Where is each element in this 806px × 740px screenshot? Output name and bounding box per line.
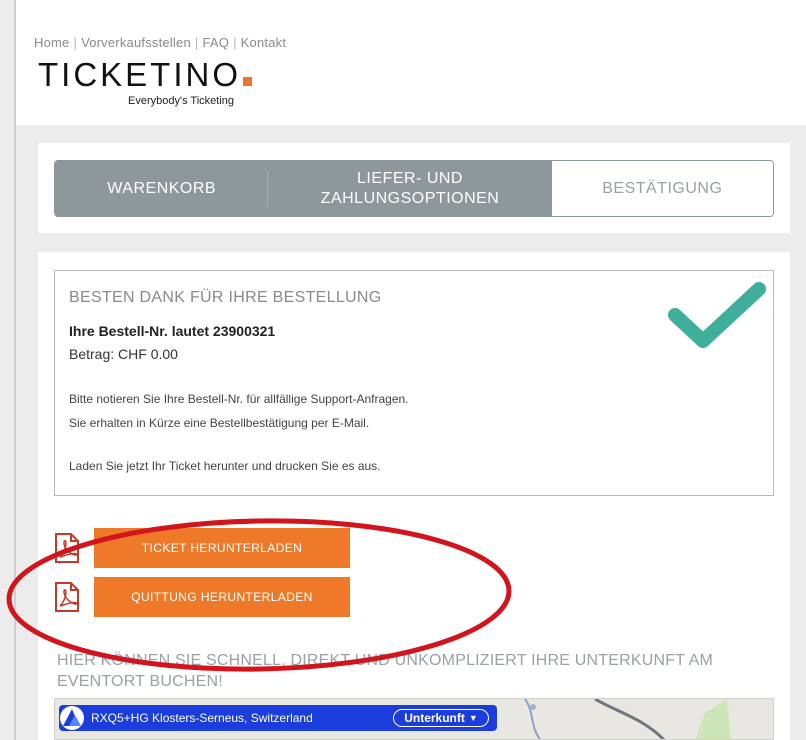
top-nav: Home | Vorverkaufsstellen | FAQ | Kontakt: [34, 35, 286, 50]
step-bestaetigung: BESTÄTIGUNG: [551, 161, 773, 216]
logo-dot-icon: [243, 77, 253, 86]
confirmation-title: BESTEN DANK FÜR IHRE BESTELLUNG: [69, 289, 382, 306]
nav-separator: |: [73, 35, 78, 50]
logo-text: TICKETINO: [38, 56, 242, 93]
map-location-text: RXQ5+HG Klosters-Serneus, Switzerland: [91, 711, 313, 725]
nav-separator: |: [233, 35, 237, 50]
nav-vorverkaufsstellen-link[interactable]: Vorverkaufsstellen: [81, 35, 191, 50]
step-warenkorb[interactable]: WARENKORB: [55, 161, 269, 216]
nav-faq-link[interactable]: FAQ: [202, 35, 229, 50]
receipt-download-button[interactable]: QUITTUNG HERUNTERLADEN: [94, 577, 350, 617]
lodging-map[interactable]: RXQ5+HG Klosters-Serneus, Switzerland Un…: [54, 698, 774, 740]
map-location-bar: RXQ5+HG Klosters-Serneus, Switzerland Un…: [59, 705, 497, 731]
lodging-heading: HIER KÖNNEN SIE SCHNELL, DIREKT UND UNKO…: [57, 652, 714, 690]
lodging-dropdown[interactable]: Unterkunft ▼: [393, 709, 489, 727]
logo-tagline: Everybody's Ticketing: [128, 95, 235, 107]
order-amount: Betrag: CHF 0.00: [69, 346, 178, 362]
pdf-icon: [55, 533, 79, 563]
checkmark-icon: [668, 282, 766, 348]
checkout-steps-panel: WARENKORB LIEFER- UND ZAHLUNGSOPTIONEN B…: [38, 143, 790, 233]
ticket-download-button[interactable]: TICKET HERUNTERLADEN: [94, 528, 350, 568]
ticket-download-row: TICKET HERUNTERLADEN: [54, 528, 350, 568]
receipt-download-row: QUITTUNG HERUNTERLADEN: [54, 577, 350, 617]
step-liefer-zahlungsoptionen[interactable]: LIEFER- UND ZAHLUNGSOPTIONEN: [268, 161, 552, 216]
email-note: Sie erhalten in Kürze eine Bestellbestät…: [69, 416, 370, 430]
download-note: Laden Sie jetzt Ihr Ticket herunter und …: [69, 459, 381, 473]
support-note: Bitte notieren Sie Ihre Bestell-Nr. für …: [69, 392, 409, 406]
map-logo-icon: [60, 706, 84, 730]
order-number: Ihre Bestell-Nr. lautet 23900321: [69, 323, 276, 339]
caret-down-icon: ▼: [468, 713, 478, 723]
confirmation-box: BESTEN DANK FÜR IHRE BESTELLUNG Ihre Bes…: [54, 270, 774, 496]
site-header: Home | Vorverkaufsstellen | FAQ | Kontakt TICK…: [16, 0, 806, 125]
lodging-dropdown-label: Unterkunft: [404, 711, 465, 725]
nav-kontakt-link[interactable]: Kontakt: [241, 35, 287, 50]
checkout-steps: WARENKORB LIEFER- UND ZAHLUNGSOPTIONEN B…: [54, 160, 774, 217]
nav-separator: |: [194, 35, 199, 50]
site-logo[interactable]: TICKETINO: [38, 56, 253, 94]
main-content: BESTEN DANK FÜR IHRE BESTELLUNG Ihre Bes…: [38, 252, 790, 740]
pdf-icon: [55, 582, 79, 612]
nav-home-link[interactable]: Home: [34, 35, 69, 50]
